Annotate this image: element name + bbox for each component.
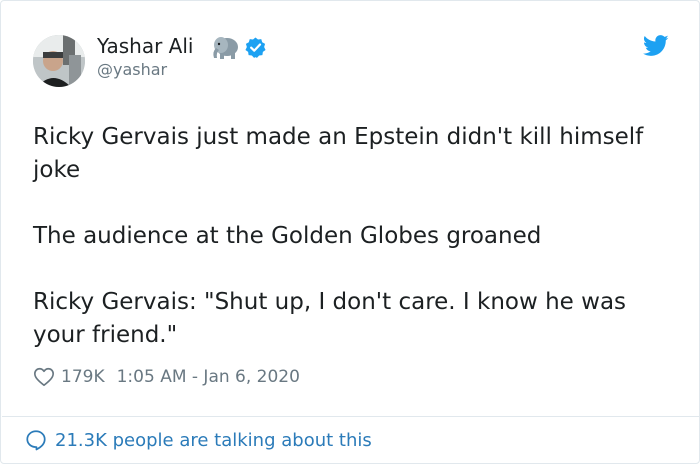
avatar[interactable]: [33, 35, 85, 87]
author-handle[interactable]: @yashar: [97, 60, 167, 80]
tweet-meta: 179K 1:05 AM - Jan 6, 2020: [33, 363, 300, 391]
profile-photo: [33, 35, 85, 87]
tweet-paragraph: The audience at the Golden Globes groane…: [33, 223, 542, 249]
tweet-text: Ricky Gervais just made an Epstein didn'…: [33, 121, 673, 352]
tweet-timestamp[interactable]: 1:05 AM - Jan 6, 2020: [117, 367, 300, 387]
like-count[interactable]: 179K: [61, 367, 105, 387]
speech-bubble-icon: [26, 430, 46, 451]
conversation-text: 21.3K people are talking about this: [55, 429, 372, 451]
twitter-bird-icon[interactable]: [643, 35, 669, 57]
heart-icon[interactable]: [33, 366, 55, 388]
elephant-emoji-icon: [213, 37, 238, 59]
conversation-link[interactable]: 21.3K people are talking about this: [25, 426, 372, 454]
author-name[interactable]: Yashar Ali: [97, 33, 193, 59]
tweet-paragraph: Ricky Gervais just made an Epstein didn'…: [33, 124, 644, 183]
tweet-paragraph: Ricky Gervais: "Shut up, I don't care. I…: [33, 289, 627, 348]
divider: [2, 416, 700, 417]
tweet-card: Yashar Ali @yashar Ricky Gervais just ma…: [0, 0, 700, 464]
verified-badge-icon: [245, 37, 266, 58]
